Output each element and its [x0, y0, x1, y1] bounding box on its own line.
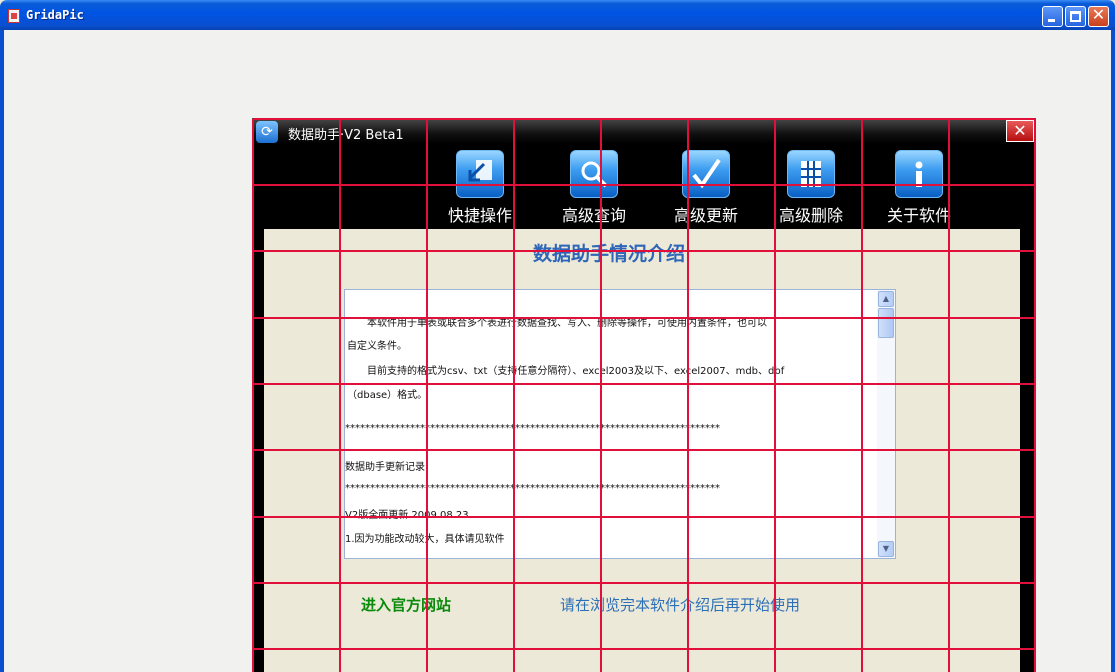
info-line: 1.因为功能改动较大，具体请见软件 [345, 534, 505, 545]
minimize-button[interactable] [1042, 6, 1063, 27]
toolbar-advanced-update[interactable]: 高级更新 [656, 150, 756, 225]
info-text-box[interactable]: 本软件用于单表或联合多个表进行数据查找、写入、删除等操作，可使用内置条件，也可以… [344, 289, 896, 559]
close-icon: ✕ [1091, 5, 1106, 24]
window-title: GridaPic [26, 8, 84, 22]
checkmark-icon [682, 150, 730, 198]
info-line: （dbase）格式。 [347, 390, 428, 401]
toolbar-label: 快捷操作 [447, 206, 512, 225]
info-text: 本软件用于单表或联合多个表进行数据查找、写入、删除等操作，可使用内置条件，也可以… [345, 290, 861, 558]
toolbar-label: 高级查询 [561, 206, 626, 225]
scroll-thumb[interactable] [878, 308, 894, 338]
main-content: 数据助手情况介绍 本软件用于单表或联合多个表进行数据查找、写入、删除等操作，可使… [264, 229, 1020, 672]
info-line: 目前支持的格式为csv、txt（支持任意分隔符）、excel2003及以下、ex… [347, 366, 785, 377]
usage-notice: 请在浏览完本软件介绍后再开始使用 [560, 596, 801, 614]
scroll-down-button[interactable]: ▼ [878, 541, 894, 557]
info-line: 本软件用于单表或联合多个表进行数据查找、写入、删除等操作，可使用内置条件，也可以 [347, 318, 767, 329]
delete-grid-icon [787, 150, 835, 198]
close-button[interactable]: ✕ [1088, 5, 1109, 27]
info-line: ****************************************… [345, 483, 720, 494]
refresh-app-icon: ⟳ [256, 121, 278, 143]
window-border-right [1111, 30, 1115, 672]
info-line: 数据助手更新记录 [345, 462, 425, 473]
toolbar-label: 高级删除 [778, 206, 843, 225]
magnifier-icon [570, 150, 618, 198]
window-titlebar: GridaPic ✕ [0, 0, 1115, 30]
app-file-icon [8, 9, 20, 23]
minimize-icon [1048, 19, 1055, 22]
toolbar-quick-action[interactable]: 快捷操作 [430, 150, 530, 225]
maximize-icon [1070, 11, 1081, 22]
scroll-up-button[interactable]: ▲ [878, 291, 894, 307]
quick-action-icon [456, 150, 504, 198]
vertical-scrollbar[interactable]: ▲ ▼ [877, 290, 895, 558]
app-title: 数据助手·V2 Beta1 [288, 128, 404, 143]
toolbar-label: 关于软件 [886, 206, 951, 225]
info-icon [895, 150, 943, 198]
toolbar-about[interactable]: 关于软件 [869, 150, 969, 225]
app-titlebar: ⟳ 数据助手·V2 Beta1 ✕ [252, 118, 1036, 144]
app-close-button[interactable]: ✕ [1006, 120, 1034, 142]
info-line: ****************************************… [345, 423, 720, 434]
toolbar-advanced-delete[interactable]: 高级删除 [761, 150, 861, 225]
info-line: 自定义条件。 [347, 341, 407, 352]
info-line: V2版全面更新 2009.08.23 [345, 510, 469, 521]
maximize-button[interactable] [1065, 6, 1086, 27]
toolbar-advanced-query[interactable]: 高级查询 [544, 150, 644, 225]
toolbar-label: 高级更新 [673, 206, 738, 225]
page-heading: 数据助手情况介绍 [532, 243, 685, 265]
data-assistant-app: ⟳ 数据助手·V2 Beta1 ✕ 快捷操作 高级查询 高级更新 高级删除 关于… [252, 118, 1036, 672]
official-site-link[interactable]: 进入官方网站 [361, 594, 451, 615]
